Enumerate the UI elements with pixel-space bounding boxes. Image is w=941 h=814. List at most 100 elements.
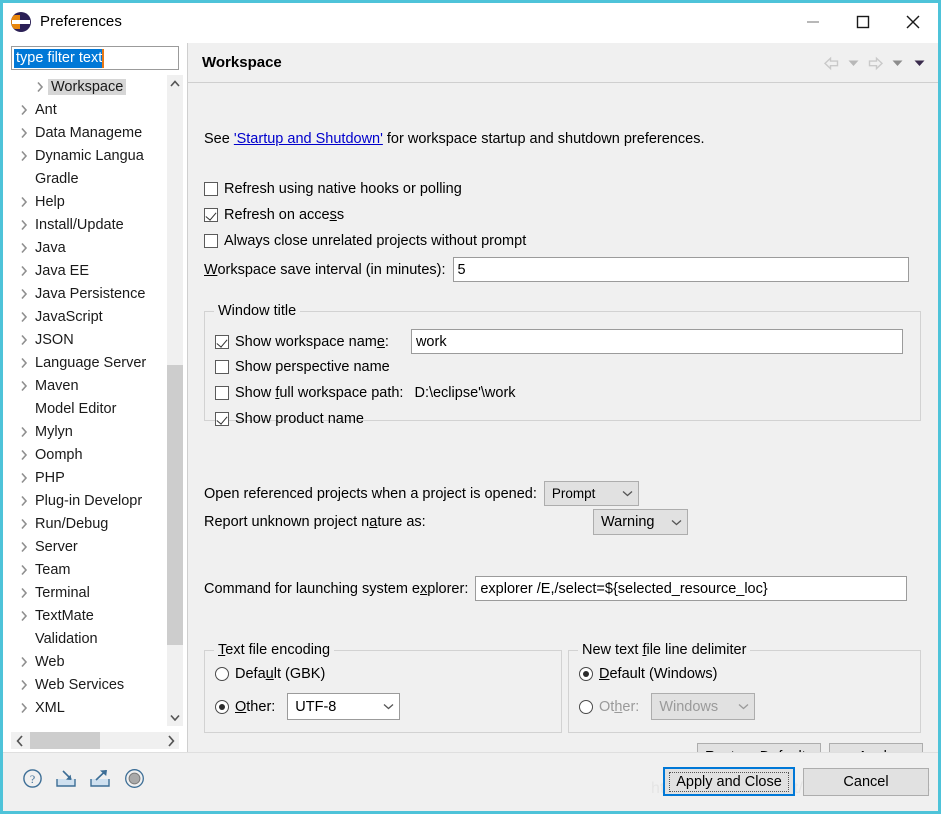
forward-arrow-icon[interactable] — [865, 52, 885, 74]
chevron-left-icon[interactable] — [11, 732, 28, 749]
chevron-right-icon[interactable] — [15, 357, 32, 369]
back-history-chevron-down-icon[interactable] — [843, 52, 863, 74]
chevron-right-icon[interactable] — [15, 242, 32, 254]
chevron-up-icon[interactable] — [167, 75, 183, 92]
minimize-icon[interactable] — [788, 3, 838, 40]
tree-item-web-services[interactable]: Web Services — [11, 673, 163, 696]
preference-tree[interactable]: Workspace Ant Data Manageme Dynamic Langua G… — [11, 75, 179, 726]
cancel-button[interactable]: Cancel — [803, 768, 929, 796]
workspace-save-interval-input[interactable]: 5 — [452, 257, 909, 282]
encoding-other-select[interactable]: UTF-8 — [287, 693, 401, 720]
chevron-right-icon[interactable] — [15, 449, 32, 461]
import-icon[interactable] — [55, 767, 77, 789]
tree-item-run-debug[interactable]: Run/Debug — [11, 512, 163, 535]
show-workspace-name-row[interactable]: Show workspace name: work — [215, 329, 903, 354]
chevron-right-icon[interactable] — [15, 127, 32, 139]
workspace-name-input[interactable]: work — [410, 329, 903, 354]
encoding-default-radio[interactable] — [215, 667, 229, 681]
chevron-right-icon[interactable] — [162, 732, 179, 749]
tree-item-plug-in-developr[interactable]: Plug-in Developr — [11, 489, 163, 512]
chevron-right-icon[interactable] — [15, 702, 32, 714]
tree-item-data-manageme[interactable]: Data Manageme — [11, 121, 163, 144]
tree-vertical-scrollbar-thumb[interactable] — [167, 365, 183, 645]
chevron-right-icon[interactable] — [15, 472, 32, 484]
tree-item-install-update[interactable]: Install/Update — [11, 213, 163, 236]
chevron-right-icon[interactable] — [15, 311, 32, 323]
tree-item-gradle[interactable]: Gradle — [11, 167, 163, 190]
chevron-right-icon[interactable] — [31, 81, 48, 93]
refresh-on-access-checkbox-row[interactable]: Refresh on access — [204, 207, 344, 223]
tree-item-team[interactable]: Team — [11, 558, 163, 581]
always-close-unrelated-checkbox[interactable] — [204, 234, 218, 248]
tree-horizontal-scrollbar-thumb[interactable] — [30, 732, 100, 749]
chevron-right-icon[interactable] — [15, 334, 32, 346]
tree-item-java[interactable]: Java — [11, 236, 163, 259]
tree-item-json[interactable]: JSON — [11, 328, 163, 351]
chevron-right-icon[interactable] — [15, 380, 32, 392]
chevron-right-icon[interactable] — [15, 426, 32, 438]
tree-horizontal-scrollbar[interactable] — [11, 732, 179, 749]
always-close-unrelated-checkbox-row[interactable]: Always close unrelated projects without … — [204, 233, 526, 249]
tree-item-php[interactable]: PHP — [11, 466, 163, 489]
tree-item-javascript[interactable]: JavaScript — [11, 305, 163, 328]
tree-item-oomph[interactable]: Oomph — [11, 443, 163, 466]
tree-item-workspace[interactable]: Workspace — [11, 75, 163, 98]
tree-item-java-ee[interactable]: Java EE — [11, 259, 163, 282]
forward-history-chevron-down-icon[interactable] — [887, 52, 907, 74]
show-product-name-row[interactable]: Show product name — [215, 411, 364, 427]
chevron-right-icon[interactable] — [15, 104, 32, 116]
tree-item-java-persistence[interactable]: Java Persistence — [11, 282, 163, 305]
open-referenced-projects-select[interactable]: Prompt — [543, 481, 639, 506]
chevron-right-icon[interactable] — [15, 196, 32, 208]
chevron-down-icon[interactable] — [167, 709, 183, 726]
chevron-right-icon[interactable] — [15, 564, 32, 576]
tree-item-textmate[interactable]: TextMate — [11, 604, 163, 627]
tree-item-validation[interactable]: Validation — [11, 627, 163, 650]
chevron-right-icon[interactable] — [15, 610, 32, 622]
chevron-right-icon[interactable] — [15, 265, 32, 277]
tree-item-model-editor[interactable]: Model Editor — [11, 397, 163, 420]
system-explorer-input[interactable]: explorer /E,/select=${selected_resource_… — [475, 576, 908, 601]
tree-item-xml[interactable]: XML — [11, 696, 163, 719]
show-workspace-name-checkbox[interactable] — [215, 334, 229, 349]
encoding-other-radio-row[interactable]: Other: UTF-8 — [215, 693, 401, 720]
delimiter-other-radio[interactable] — [579, 699, 593, 714]
startup-and-shutdown-link[interactable]: 'Startup and Shutdown' — [234, 131, 383, 147]
chevron-right-icon[interactable] — [15, 518, 32, 530]
show-full-workspace-path-checkbox[interactable] — [215, 386, 229, 400]
chevron-right-icon[interactable] — [15, 679, 32, 691]
show-product-name-checkbox[interactable] — [215, 412, 229, 426]
tree-item-language-server[interactable]: Language Server — [11, 351, 163, 374]
tree-item-help[interactable]: Help — [11, 190, 163, 213]
tree-vertical-scrollbar[interactable] — [167, 75, 183, 726]
show-perspective-name-checkbox[interactable] — [215, 360, 229, 374]
chevron-right-icon[interactable] — [15, 150, 32, 162]
close-icon[interactable] — [888, 3, 938, 40]
delimiter-other-radio-row[interactable]: Other: Windows — [579, 693, 756, 720]
tree-item-mylyn[interactable]: Mylyn — [11, 420, 163, 443]
tree-item-server[interactable]: Server — [11, 535, 163, 558]
help-question-icon[interactable]: ? — [21, 767, 43, 789]
chevron-right-icon[interactable] — [15, 288, 32, 300]
encoding-other-radio[interactable] — [215, 699, 229, 714]
chevron-right-icon[interactable] — [15, 219, 32, 231]
encoding-default-radio-row[interactable]: Default (GBK) — [215, 666, 325, 682]
delimiter-default-radio[interactable] — [579, 667, 593, 681]
delimiter-default-radio-row[interactable]: Default (Windows) — [579, 666, 717, 682]
tree-item-ant[interactable]: Ant — [11, 98, 163, 121]
tree-item-web[interactable]: Web — [11, 650, 163, 673]
record-circle-icon[interactable] — [123, 767, 145, 789]
back-arrow-icon[interactable] — [821, 52, 841, 74]
apply-and-close-button[interactable]: Apply and Close — [663, 767, 795, 796]
show-full-workspace-path-row[interactable]: Show full workspace path: D:\eclipse'\wo… — [215, 385, 516, 401]
maximize-icon[interactable] — [838, 3, 888, 40]
tree-item-maven[interactable]: Maven — [11, 374, 163, 397]
refresh-native-hooks-checkbox[interactable] — [204, 182, 218, 196]
show-perspective-name-row[interactable]: Show perspective name — [215, 359, 390, 375]
report-unknown-nature-select[interactable]: Warning — [593, 509, 688, 535]
tree-item-terminal[interactable]: Terminal — [11, 581, 163, 604]
chevron-right-icon[interactable] — [15, 495, 32, 507]
search-input[interactable]: type filter text — [11, 46, 179, 70]
refresh-on-access-checkbox[interactable] — [204, 208, 218, 222]
chevron-right-icon[interactable] — [15, 656, 32, 668]
